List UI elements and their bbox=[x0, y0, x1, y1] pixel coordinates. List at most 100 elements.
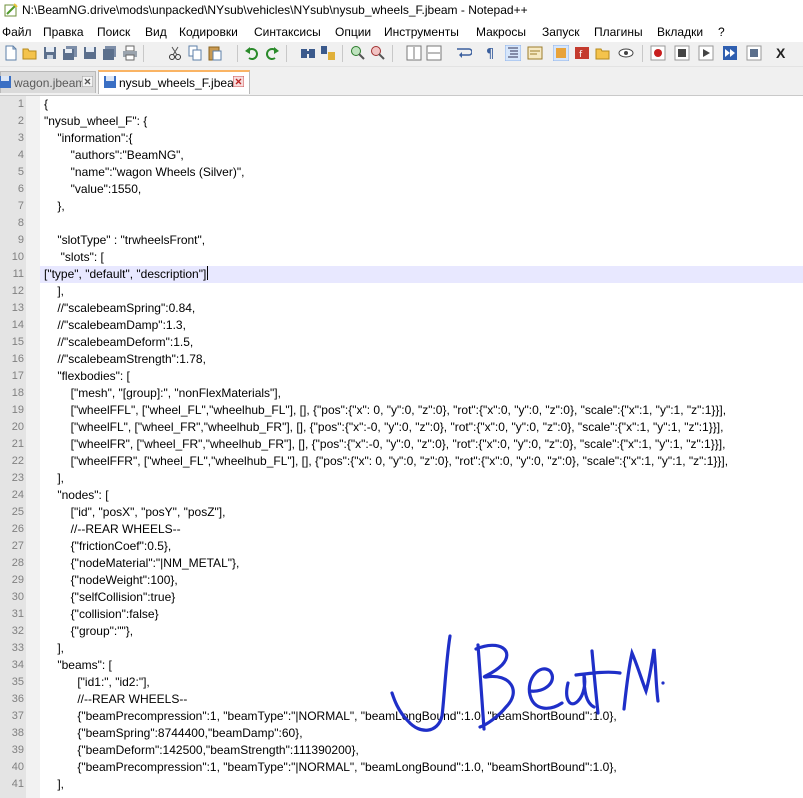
code-line[interactable]: ["id", "posX", "posY", "posZ"], bbox=[44, 504, 226, 521]
code-editor[interactable]: 1{2 "nysub_wheel_F": {3 "information":{4 … bbox=[0, 96, 803, 798]
close-tab-icon[interactable] bbox=[233, 76, 244, 87]
code-line[interactable]: ], bbox=[44, 640, 64, 657]
menu-edit[interactable]: Правка bbox=[43, 24, 84, 40]
code-line[interactable]: {"collision":false} bbox=[44, 606, 159, 623]
code-line[interactable]: "nysub_wheel_F": { bbox=[44, 113, 147, 130]
code-line[interactable]: "flexbodies": [ bbox=[44, 368, 130, 385]
toolbar-separator bbox=[286, 45, 287, 62]
code-line[interactable]: "slotType" : "trwheelsFront", bbox=[44, 232, 205, 249]
menu-run[interactable]: Запуск bbox=[542, 24, 580, 40]
close-file-icon[interactable] bbox=[82, 45, 98, 61]
undo-icon[interactable] bbox=[244, 45, 260, 61]
code-line[interactable]: "name":"wagon Wheels (Silver)", bbox=[44, 164, 245, 181]
code-line[interactable]: ["wheelFFL", ["wheel_FL","wheelhub_FL"],… bbox=[44, 402, 726, 419]
code-line[interactable]: {"beamDeform":142500,"beamStrength":1113… bbox=[44, 742, 358, 759]
code-line[interactable]: ["wheelFL", ["wheel_FR","wheelhub_FR"], … bbox=[44, 419, 724, 436]
save-icon[interactable] bbox=[42, 45, 58, 61]
play-macro-icon[interactable] bbox=[698, 45, 714, 61]
code-line[interactable]: ["wheelFR", ["wheel_FR","wheelhub_FR"], … bbox=[44, 436, 726, 453]
code-line[interactable]: "authors":"BeamNG", bbox=[44, 147, 184, 164]
sync-vertical-icon[interactable] bbox=[406, 45, 422, 61]
code-line[interactable]: //"scalebeamSpring":0.84, bbox=[44, 300, 195, 317]
save-all-icon[interactable] bbox=[62, 45, 78, 61]
code-line[interactable]: //"scalebeamDamp":1.3, bbox=[44, 317, 186, 334]
code-line[interactable]: ], bbox=[44, 283, 64, 300]
user-language-icon[interactable] bbox=[527, 45, 543, 61]
folder-as-workspace-icon[interactable] bbox=[595, 45, 611, 61]
line-number: 37 bbox=[11, 710, 24, 722]
line-number: 8 bbox=[17, 217, 24, 229]
replace-icon[interactable] bbox=[320, 45, 336, 61]
code-line[interactable]: "beams": [ bbox=[44, 657, 112, 674]
close-tab-icon[interactable] bbox=[82, 76, 93, 87]
sync-horizontal-icon[interactable] bbox=[426, 45, 442, 61]
cut-icon[interactable] bbox=[167, 45, 183, 61]
open-file-icon[interactable] bbox=[22, 45, 38, 61]
print-icon[interactable] bbox=[122, 45, 138, 61]
code-line[interactable]: "information":{ bbox=[44, 130, 132, 147]
code-line[interactable]: {"beamPrecompression":1, "beamType":"|NO… bbox=[44, 708, 616, 725]
zoom-in-icon[interactable] bbox=[350, 45, 366, 61]
toolbar-separator bbox=[392, 45, 393, 62]
indent-guide-icon[interactable] bbox=[505, 45, 521, 61]
tab-wagon-jbeam[interactable]: wagon.jbeam bbox=[0, 71, 96, 93]
close-all-icon[interactable] bbox=[102, 45, 118, 61]
code-line[interactable]: ["mesh", "[group]:", "nonFlexMaterials"]… bbox=[44, 385, 281, 402]
copy-icon[interactable] bbox=[187, 45, 203, 61]
find-icon[interactable] bbox=[300, 45, 316, 61]
record-macro-icon[interactable] bbox=[650, 45, 666, 61]
monitoring-icon[interactable] bbox=[618, 45, 634, 61]
code-line[interactable]: }, bbox=[44, 198, 64, 215]
menu-view[interactable]: Вид bbox=[145, 24, 167, 40]
close-document-button[interactable]: X bbox=[776, 45, 792, 61]
code-line[interactable]: //"scalebeamDeform":1.5, bbox=[44, 334, 193, 351]
code-line[interactable]: //--REAR WHEELS-- bbox=[44, 691, 187, 708]
run-macro-multiple-icon[interactable] bbox=[722, 45, 738, 61]
menu-help[interactable]: ? bbox=[718, 24, 725, 40]
code-line[interactable]: ["wheelFFR", ["wheel_FL","wheelhub_FL"],… bbox=[44, 453, 728, 470]
menu-file[interactable]: Файл bbox=[2, 24, 32, 40]
code-line[interactable]: ], bbox=[44, 776, 64, 793]
code-line[interactable]: { bbox=[44, 96, 48, 113]
fold-margin[interactable] bbox=[26, 96, 40, 798]
document-map-icon[interactable] bbox=[553, 45, 569, 61]
zoom-out-icon[interactable] bbox=[370, 45, 386, 61]
code-line-text: ], bbox=[44, 471, 65, 485]
line-number: 41 bbox=[11, 778, 24, 790]
word-wrap-icon[interactable] bbox=[456, 45, 472, 61]
code-line[interactable]: {"beamSpring":8744400,"beamDamp":60}, bbox=[44, 725, 302, 742]
menu-tabs[interactable]: Вкладки bbox=[657, 24, 703, 40]
code-line-text: //"scalebeamDeform":1.5, bbox=[44, 335, 194, 349]
notepadpp-app-icon[interactable] bbox=[4, 3, 18, 17]
code-line[interactable]: //"scalebeamStrength":1.78, bbox=[44, 351, 206, 368]
menu-options[interactable]: Опции bbox=[335, 24, 371, 40]
code-line[interactable]: "nodes": [ bbox=[44, 487, 108, 504]
code-line[interactable]: {"frictionCoef":0.5}, bbox=[44, 538, 172, 555]
code-line[interactable]: {"nodeMaterial":"|NM_METAL"}, bbox=[44, 555, 240, 572]
code-line-text: "value":1550, bbox=[44, 182, 142, 196]
menu-tools[interactable]: Инструменты bbox=[384, 24, 459, 40]
code-line[interactable]: ], bbox=[44, 470, 64, 487]
menu-search[interactable]: Поиск bbox=[97, 24, 130, 40]
menu-plugins[interactable]: Плагины bbox=[594, 24, 643, 40]
menu-macros[interactable]: Макросы bbox=[476, 24, 526, 40]
menu-encoding[interactable]: Кодировки bbox=[179, 24, 238, 40]
code-line[interactable]: {"group":""}, bbox=[44, 623, 133, 640]
show-all-characters-icon[interactable]: ¶ bbox=[482, 45, 498, 61]
redo-icon[interactable] bbox=[264, 45, 280, 61]
code-line[interactable]: ["id1:", "id2:"], bbox=[44, 674, 149, 691]
function-list-icon[interactable]: f bbox=[574, 45, 590, 61]
code-line[interactable]: ["type", "default", "description"] bbox=[44, 266, 209, 283]
paste-icon[interactable] bbox=[207, 45, 223, 61]
code-line[interactable]: {"selfCollision":true} bbox=[44, 589, 176, 606]
code-line[interactable]: "slots": [ bbox=[44, 249, 104, 266]
code-line[interactable]: {"beamPrecompression":1, "beamType":"|NO… bbox=[44, 759, 616, 776]
tab-nysub-wheels-f-jbeam[interactable]: nysub_wheels_F.jbeam bbox=[98, 70, 250, 94]
code-line[interactable]: //--REAR WHEELS-- bbox=[44, 521, 181, 538]
save-macro-icon[interactable] bbox=[746, 45, 762, 61]
code-line[interactable]: "value":1550, bbox=[44, 181, 142, 198]
new-file-icon[interactable] bbox=[3, 45, 19, 61]
menu-syntax[interactable]: Синтаксисы bbox=[254, 24, 321, 40]
stop-macro-icon[interactable] bbox=[674, 45, 690, 61]
code-line[interactable]: {"nodeWeight":100}, bbox=[44, 572, 178, 589]
